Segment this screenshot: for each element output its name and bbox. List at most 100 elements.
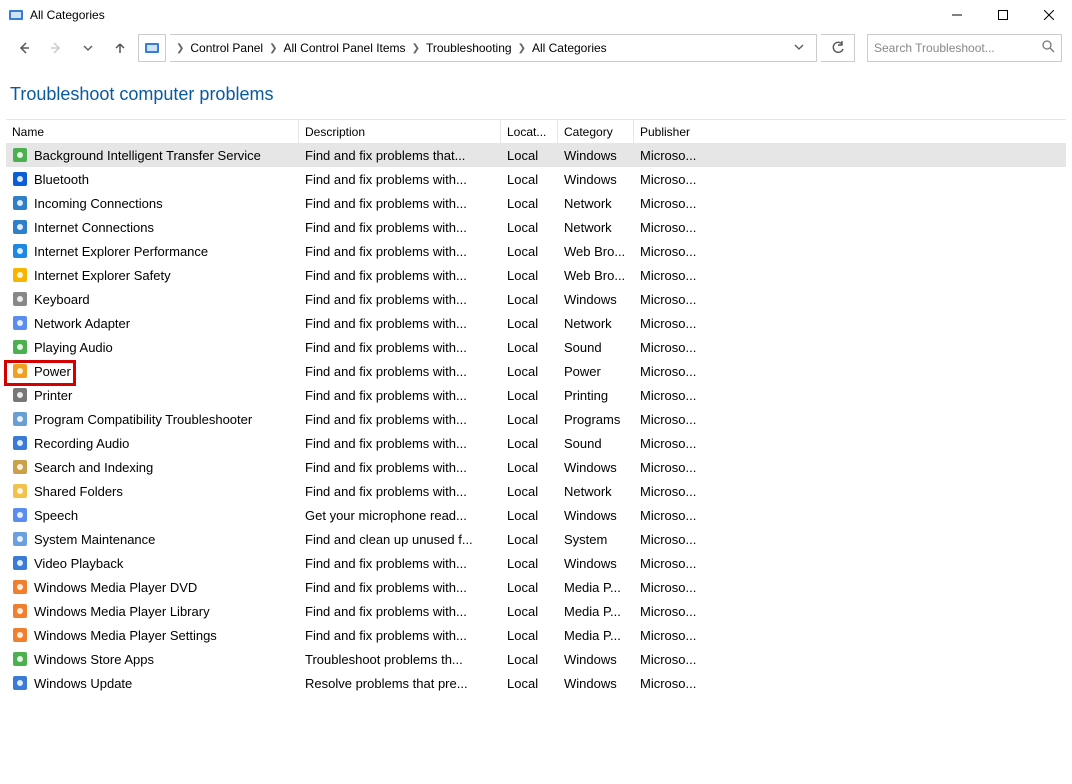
recent-dropdown-button[interactable] [74, 34, 102, 62]
address-bar[interactable]: ❯ Control Panel ❯ All Control Panel Item… [170, 34, 817, 62]
column-header-name[interactable]: Name [6, 120, 299, 143]
column-header-category[interactable]: Category [558, 120, 634, 143]
table-row[interactable]: Network AdapterFind and fix problems wit… [6, 311, 1066, 335]
refresh-button[interactable] [821, 34, 855, 62]
breadcrumb-item[interactable]: All Categories [532, 41, 607, 55]
transfer-icon [12, 147, 28, 163]
cell-name: Windows Media Player Settings [6, 623, 299, 647]
back-button[interactable] [10, 34, 38, 62]
search-input[interactable] [874, 41, 1038, 55]
table-row[interactable]: Windows UpdateResolve problems that pre.… [6, 671, 1066, 695]
cell-category: Network [558, 191, 634, 215]
update-icon [12, 675, 28, 691]
table-row[interactable]: Windows Media Player SettingsFind and fi… [6, 623, 1066, 647]
cell-category: Web Bro... [558, 263, 634, 287]
cell-category: Network [558, 479, 634, 503]
wmp-icon [12, 579, 28, 595]
table-row[interactable]: Internet Explorer PerformanceFind and fi… [6, 239, 1066, 263]
cell-category: Media P... [558, 623, 634, 647]
cell-location: Local [501, 431, 558, 455]
mic-icon [12, 435, 28, 451]
column-header-publisher[interactable]: Publisher [634, 120, 712, 143]
table-row[interactable]: Internet ConnectionsFind and fix problem… [6, 215, 1066, 239]
cell-description: Find and fix problems with... [299, 431, 501, 455]
table-row[interactable]: PowerFind and fix problems with...LocalP… [6, 359, 1066, 383]
table-row[interactable]: Recording AudioFind and fix problems wit… [6, 431, 1066, 455]
cell-description: Troubleshoot problems th... [299, 647, 501, 671]
table-row[interactable]: Internet Explorer SafetyFind and fix pro… [6, 263, 1066, 287]
table-row[interactable]: Background Intelligent Transfer ServiceF… [6, 143, 1066, 167]
cell-name: Search and Indexing [6, 455, 299, 479]
cell-publisher: Microso... [634, 335, 712, 359]
cell-location: Local [501, 479, 558, 503]
cell-location: Local [501, 359, 558, 383]
row-name-label: Keyboard [34, 292, 90, 307]
forward-button[interactable] [42, 34, 70, 62]
close-button[interactable] [1026, 0, 1072, 30]
up-button[interactable] [106, 34, 134, 62]
table-row[interactable]: Windows Media Player DVDFind and fix pro… [6, 575, 1066, 599]
cell-location: Local [501, 671, 558, 695]
table-row[interactable]: Search and IndexingFind and fix problems… [6, 455, 1066, 479]
cell-publisher: Microso... [634, 551, 712, 575]
cell-description: Find and fix problems with... [299, 167, 501, 191]
cell-name: Incoming Connections [6, 191, 299, 215]
shield-icon [12, 267, 28, 283]
row-name-label: Video Playback [34, 556, 123, 571]
wmp-icon [12, 627, 28, 643]
column-header-description[interactable]: Description [299, 120, 501, 143]
cell-category: Sound [558, 431, 634, 455]
table-row[interactable]: Incoming ConnectionsFind and fix problem… [6, 191, 1066, 215]
table-row[interactable]: Windows Store AppsTroubleshoot problems … [6, 647, 1066, 671]
cell-category: Windows [558, 143, 634, 167]
address-icon[interactable] [138, 34, 166, 62]
cell-location: Local [501, 143, 558, 167]
cell-category: Windows [558, 167, 634, 191]
table-row[interactable]: SpeechGet your microphone read...LocalWi… [6, 503, 1066, 527]
table-row[interactable]: System MaintenanceFind and clean up unus… [6, 527, 1066, 551]
app-icon [8, 7, 24, 23]
cell-category: Web Bro... [558, 239, 634, 263]
breadcrumb-item[interactable]: Control Panel [190, 41, 263, 55]
cell-publisher: Microso... [634, 311, 712, 335]
cell-location: Local [501, 527, 558, 551]
cell-location: Local [501, 335, 558, 359]
adapter-icon [12, 315, 28, 331]
cell-location: Local [501, 503, 558, 527]
cell-publisher: Microso... [634, 623, 712, 647]
cell-publisher: Microso... [634, 215, 712, 239]
table-row[interactable]: Windows Media Player LibraryFind and fix… [6, 599, 1066, 623]
network-icon [12, 195, 28, 211]
table-row[interactable]: Video PlaybackFind and fix problems with… [6, 551, 1066, 575]
cell-publisher: Microso... [634, 191, 712, 215]
cell-name: Keyboard [6, 287, 299, 311]
table-row[interactable]: Shared FoldersFind and fix problems with… [6, 479, 1066, 503]
chevron-right-icon: ❯ [269, 43, 277, 54]
table-row[interactable]: Program Compatibility TroubleshooterFind… [6, 407, 1066, 431]
cell-description: Find and fix problems with... [299, 287, 501, 311]
cell-name: Shared Folders [6, 479, 299, 503]
speaker-icon [12, 339, 28, 355]
table-row[interactable]: PrinterFind and fix problems with...Loca… [6, 383, 1066, 407]
cell-location: Local [501, 239, 558, 263]
breadcrumb-item[interactable]: Troubleshooting [426, 41, 512, 55]
column-header-location[interactable]: Locat... [501, 120, 558, 143]
minimize-button[interactable] [934, 0, 980, 30]
cell-name: Windows Media Player Library [6, 599, 299, 623]
keyboard-icon [12, 291, 28, 307]
row-name-label: Windows Media Player Settings [34, 628, 217, 643]
breadcrumb-item[interactable]: All Control Panel Items [284, 41, 406, 55]
table-row[interactable]: Playing AudioFind and fix problems with.… [6, 335, 1066, 359]
row-name-label: Windows Media Player Library [34, 604, 210, 619]
search-box[interactable] [867, 34, 1062, 62]
cell-location: Local [501, 599, 558, 623]
address-dropdown-button[interactable] [788, 41, 810, 55]
cell-description: Find and fix problems with... [299, 335, 501, 359]
cell-description: Find and fix problems with... [299, 239, 501, 263]
table-row[interactable]: KeyboardFind and fix problems with...Loc… [6, 287, 1066, 311]
cell-description: Find and fix problems with... [299, 407, 501, 431]
maximize-button[interactable] [980, 0, 1026, 30]
cell-publisher: Microso... [634, 359, 712, 383]
table-row[interactable]: BluetoothFind and fix problems with...Lo… [6, 167, 1066, 191]
cell-name: Windows Media Player DVD [6, 575, 299, 599]
